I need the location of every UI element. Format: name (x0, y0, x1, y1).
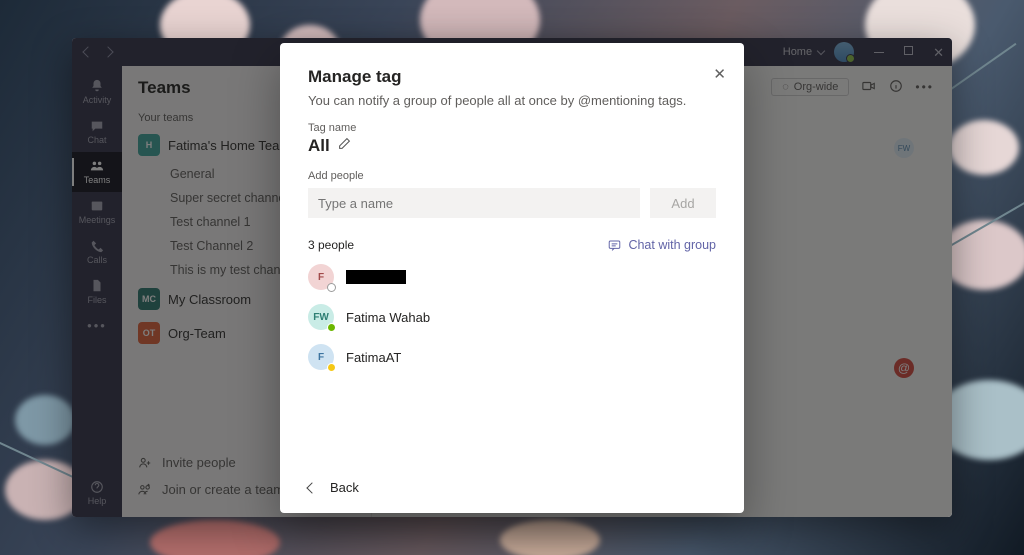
person-row[interactable]: F FatimaAT (308, 344, 716, 370)
avatar: F (308, 344, 334, 370)
add-people-input[interactable] (308, 188, 640, 218)
tag-name-label: Tag name (308, 122, 716, 134)
chat-link-label: Chat with group (628, 238, 716, 252)
person-row[interactable]: FW Fatima Wahab (308, 304, 716, 330)
dialog-subtitle: You can notify a group of people all at … (308, 93, 716, 108)
back-label: Back (330, 480, 359, 495)
presence-away-icon (327, 363, 336, 372)
avatar-initials: F (318, 272, 324, 283)
chat-icon (607, 239, 622, 252)
tag-name-value: All (308, 136, 330, 156)
person-name: Fatima Wahab (346, 310, 430, 325)
presence-available-icon (327, 323, 336, 332)
avatar: FW (308, 304, 334, 330)
person-name (346, 270, 406, 284)
avatar: F (308, 264, 334, 290)
chat-with-group-link[interactable]: Chat with group (607, 238, 716, 252)
back-button[interactable]: Back (308, 480, 716, 495)
chevron-left-icon (306, 482, 317, 493)
add-people-label: Add people (308, 170, 716, 182)
manage-tag-dialog: ✕ Manage tag You can notify a group of p… (280, 43, 744, 513)
person-row[interactable]: F (308, 264, 716, 290)
pencil-icon (338, 137, 351, 150)
avatar-initials: F (318, 352, 324, 363)
people-count: 3 people (308, 238, 354, 252)
people-list: F FW Fatima Wahab F FatimaAT (308, 264, 716, 370)
presence-unknown-icon (327, 283, 336, 292)
person-name: FatimaAT (346, 350, 401, 365)
add-button[interactable]: Add (650, 188, 716, 218)
close-button[interactable]: ✕ (713, 65, 726, 83)
dialog-title: Manage tag (308, 67, 716, 87)
edit-tag-name-button[interactable] (338, 137, 351, 155)
avatar-initials: FW (313, 312, 329, 323)
